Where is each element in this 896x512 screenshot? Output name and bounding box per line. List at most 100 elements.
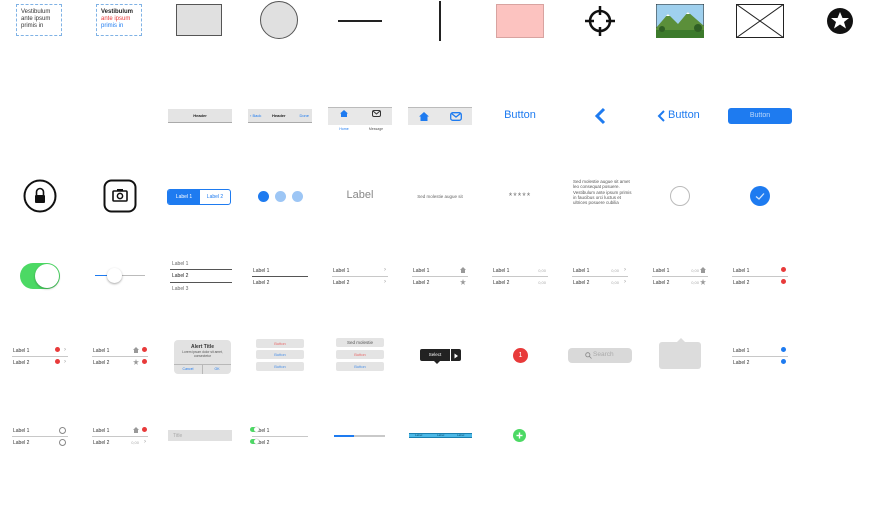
alert-ok-button[interactable]: OK: [203, 365, 231, 374]
chevron-left-icon[interactable]: [593, 107, 607, 125]
action-sheet-button[interactable]: Button: [256, 350, 304, 359]
radio-checked[interactable]: [750, 186, 770, 206]
popover-select-item[interactable]: Select: [420, 349, 450, 361]
search-icon: [585, 352, 592, 359]
note-line-3: primis in: [21, 23, 44, 29]
picker-list[interactable]: Label 1 Label 2 Label 3: [170, 258, 232, 296]
table-row[interactable]: Label 2: [12, 436, 68, 448]
search-bar[interactable]: Search: [568, 348, 632, 363]
table-row[interactable]: Label 2 ›: [332, 276, 388, 288]
toggle-switch[interactable]: [20, 263, 60, 289]
segment-2[interactable]: Label 2: [200, 190, 230, 204]
notification-badge: 1: [513, 348, 528, 363]
camera-icon: [103, 179, 137, 213]
table-row-label: Label 2: [653, 280, 670, 286]
nav-done-button[interactable]: Done: [299, 113, 309, 118]
filled-button[interactable]: Button: [728, 108, 792, 124]
tab-bar-labeled: Home Message: [328, 107, 392, 131]
table-row[interactable]: Label 2 0,00: [652, 276, 708, 288]
unread-dot: [781, 359, 786, 364]
table-row-label: Label 1: [733, 268, 750, 274]
table-row[interactable]: Label 2: [732, 276, 788, 288]
password-field[interactable]: *****: [496, 191, 544, 201]
message-icon[interactable]: [450, 112, 462, 121]
table-view-values-icons: Label 1 0,00 Label 2 0,00: [652, 264, 708, 290]
radio-unchecked[interactable]: [670, 186, 690, 206]
alert-message: Lorem ipsum dolor sit amet, consectetur: [182, 350, 223, 358]
unread-dot: [781, 347, 786, 352]
picker-item-selected[interactable]: Label 2: [172, 273, 188, 279]
table-row-label: Label 2: [413, 280, 430, 286]
tab-message[interactable]: Message: [364, 109, 388, 135]
chevron-right-icon: ›: [64, 359, 66, 365]
home-icon[interactable]: [419, 112, 429, 121]
row-toggle[interactable]: [250, 439, 259, 444]
table-row-label: Label 2: [493, 280, 510, 286]
radio-unchecked[interactable]: [59, 427, 66, 434]
table-row[interactable]: Label 2: [252, 276, 308, 288]
picker-divider: [170, 269, 232, 270]
progress-label: Label: [457, 433, 465, 437]
circle-shape: [260, 1, 298, 39]
table-row-value: 0,00: [691, 268, 699, 273]
table-row[interactable]: Label 2 0,00 ›: [92, 436, 148, 448]
badge-dot: [55, 347, 60, 352]
nav-back-button[interactable]: ‹ Back: [250, 113, 261, 118]
chevron-right-icon: ›: [384, 279, 386, 285]
table-row-value: 0,00: [611, 280, 619, 285]
table-row-value: 0,00: [691, 280, 699, 285]
paragraph-text: Sed molestie augue sit amet leo consequa…: [573, 179, 632, 206]
text-field[interactable]: Title: [168, 430, 232, 441]
table-row-label: Label 1: [573, 268, 590, 274]
table-row[interactable]: Label 2: [250, 436, 308, 448]
home-icon: [340, 110, 348, 117]
popover-next-button[interactable]: [451, 349, 461, 361]
note-line-2: ante ipsum: [21, 16, 51, 22]
slider[interactable]: [95, 268, 145, 284]
table-row-label: Label 1: [653, 268, 670, 274]
action-sheet-button[interactable]: Button: [256, 362, 304, 371]
page-dot: [292, 191, 303, 202]
back-button[interactable]: Button: [656, 108, 708, 124]
add-button[interactable]: [513, 429, 526, 442]
table-row[interactable]: Label 2 0,00: [492, 276, 548, 288]
table-row-label: Label 2: [573, 280, 590, 286]
home-icon: [460, 267, 466, 273]
table-view-blue-dots: Label 1 Label 2: [732, 344, 788, 370]
text-button[interactable]: Button: [496, 109, 544, 121]
row-toggle[interactable]: [250, 427, 259, 432]
badge-dot: [55, 359, 60, 364]
table-row[interactable]: Label 2: [412, 276, 468, 288]
alert-cancel-button[interactable]: Cancel: [174, 365, 202, 374]
table-row[interactable]: Label 2: [732, 356, 788, 368]
table-row[interactable]: Label 2: [92, 356, 148, 368]
landscape-image: [656, 4, 704, 38]
table-row[interactable]: Label 2 0,00 ›: [572, 276, 628, 288]
play-icon: [454, 353, 458, 359]
star-icon: [700, 279, 706, 285]
page-dot-active: [258, 191, 269, 202]
table-row[interactable]: Label 2 ›: [12, 356, 68, 368]
table-row-label: Label 1: [733, 348, 750, 354]
action-sheet-button[interactable]: Button: [336, 362, 384, 371]
alert-dialog: Alert Title Lorem ipsum dolor sit amet, …: [174, 340, 231, 374]
home-icon: [133, 427, 139, 433]
table-view-switches: Label 1 Label 2: [250, 424, 308, 450]
image-placeholder: [736, 4, 784, 38]
popover-arrow: [677, 338, 685, 342]
tab-home[interactable]: Home: [334, 109, 354, 135]
picker-item[interactable]: Label 3: [172, 286, 188, 292]
action-sheet-button-destructive[interactable]: Button: [256, 339, 304, 348]
table-row-label: Label 1: [13, 348, 30, 354]
action-sheet-button-destructive[interactable]: Button: [336, 350, 384, 359]
slider-thumb[interactable]: [107, 268, 122, 283]
page-indicator[interactable]: [258, 191, 306, 203]
segment-1[interactable]: Label 1: [168, 190, 200, 204]
loading-progress: Label Label Label: [409, 433, 472, 438]
home-icon: [133, 347, 139, 353]
home-icon: [700, 267, 706, 273]
table-row-value: 0,00: [131, 440, 139, 445]
picker-item[interactable]: Label 1: [172, 261, 188, 267]
table-view-values: Label 1 0,00 Label 2 0,00: [492, 264, 548, 290]
radio-unchecked[interactable]: [59, 439, 66, 446]
